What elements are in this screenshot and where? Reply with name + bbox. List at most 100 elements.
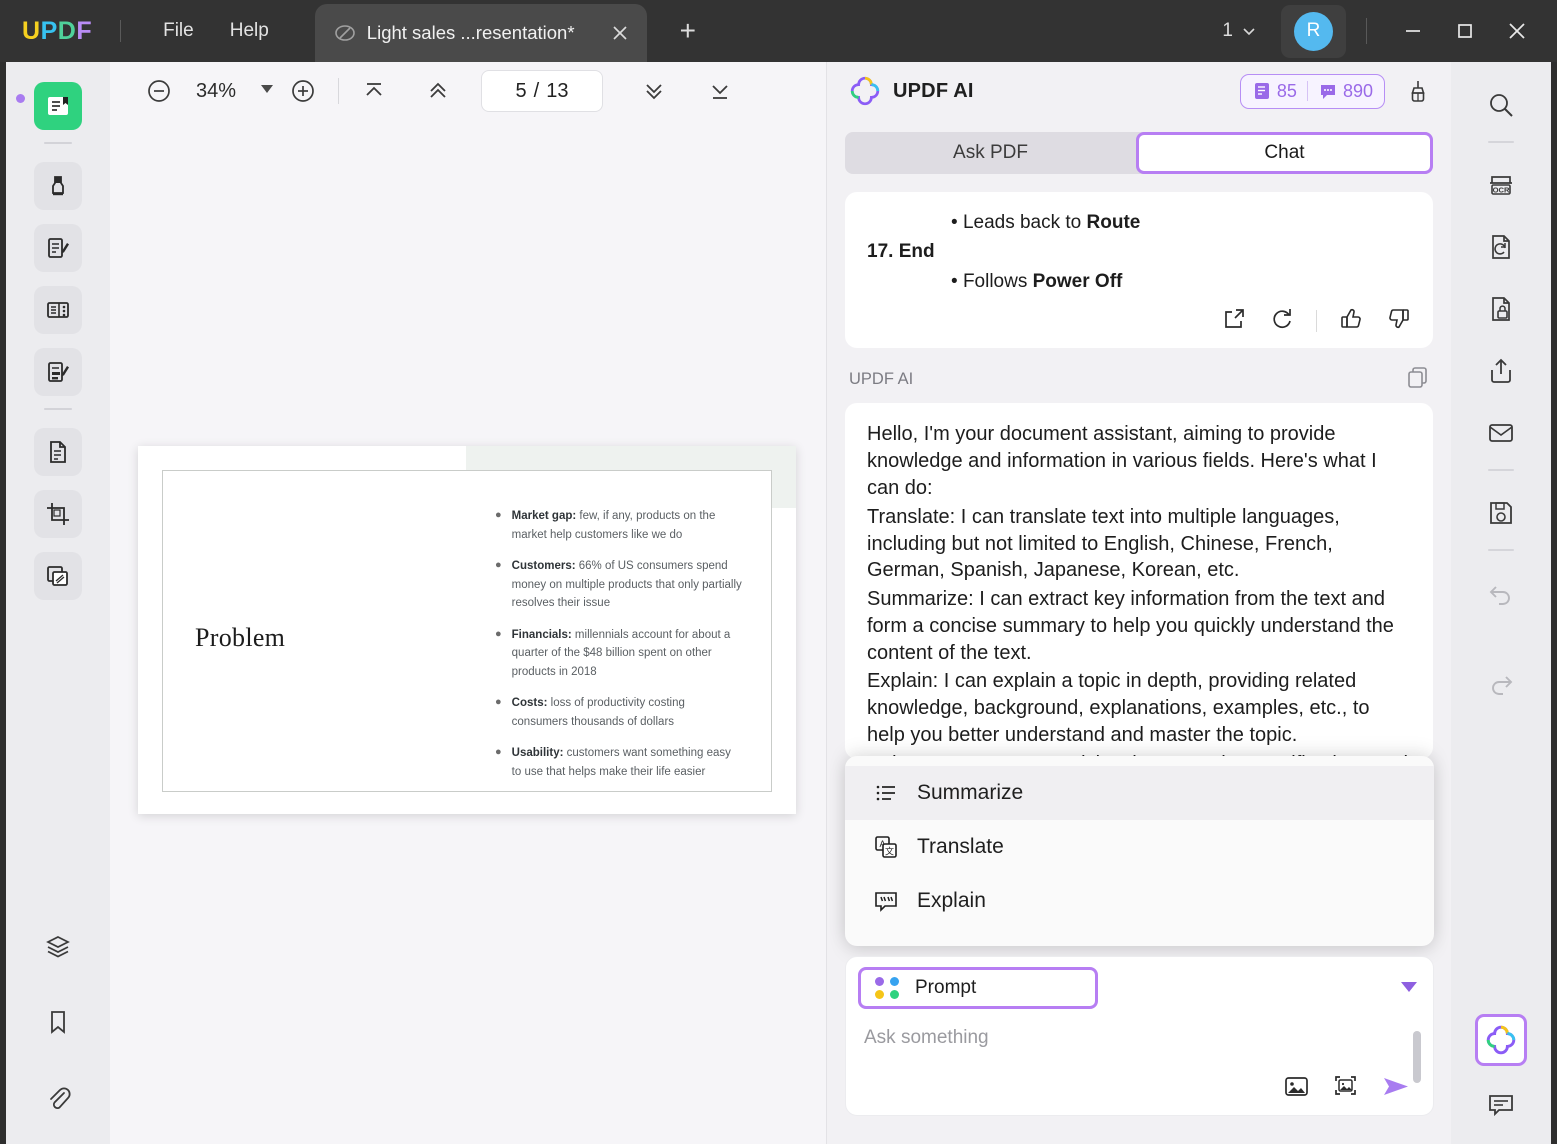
total-pages-value: 13 bbox=[546, 79, 569, 102]
open-external-button[interactable] bbox=[1222, 306, 1247, 336]
share-button[interactable] bbox=[1478, 348, 1524, 394]
ai-panel-title: UPDF AI bbox=[893, 79, 974, 102]
zoom-in-button[interactable] bbox=[282, 70, 324, 112]
last-page-button[interactable] bbox=[699, 70, 741, 112]
svg-text:OCR: OCR bbox=[1493, 185, 1510, 194]
zoom-dropdown-caret[interactable] bbox=[252, 85, 282, 97]
tab-ask-pdf[interactable]: Ask PDF bbox=[845, 132, 1136, 174]
search-icon bbox=[1490, 94, 1513, 117]
titlebar-right-group: 1 R bbox=[1214, 4, 1557, 58]
prompt-dropdown-caret[interactable] bbox=[1401, 981, 1417, 996]
sidebar-item-bookmark[interactable] bbox=[34, 998, 82, 1046]
broom-icon bbox=[1411, 81, 1425, 102]
sidebar-item-reader[interactable] bbox=[34, 82, 82, 130]
four-dots-icon bbox=[875, 977, 901, 999]
sidebar-item-convert[interactable] bbox=[34, 428, 82, 476]
search-button[interactable] bbox=[1478, 82, 1524, 128]
right-rail-divider-3 bbox=[1488, 549, 1514, 551]
screenshot-button[interactable] bbox=[1332, 1073, 1359, 1105]
window-close-button[interactable] bbox=[1491, 11, 1543, 51]
ai-response-card: Hello, I'm your document assistant, aimi… bbox=[845, 403, 1433, 760]
save-button[interactable] bbox=[1478, 490, 1524, 536]
email-button[interactable] bbox=[1478, 410, 1524, 456]
previous-page-button[interactable] bbox=[417, 70, 459, 112]
redo-button[interactable] bbox=[1478, 660, 1524, 706]
ai-credits-badge[interactable]: 85 890 bbox=[1239, 73, 1385, 109]
regenerate-button[interactable] bbox=[1269, 306, 1294, 336]
sidebar-item-crop[interactable] bbox=[34, 490, 82, 538]
edit-pdf-icon bbox=[48, 238, 69, 258]
ocr-button[interactable]: OCR bbox=[1478, 162, 1524, 208]
prompt-input[interactable]: Ask something bbox=[846, 1019, 1433, 1057]
message-bullet-two: • Follows Power Off bbox=[867, 267, 1411, 296]
sidebar-item-attachment[interactable] bbox=[34, 1074, 82, 1122]
prompt-type-label: Prompt bbox=[915, 977, 977, 998]
share-icon bbox=[1491, 358, 1511, 383]
save-icon bbox=[1490, 502, 1512, 524]
updf-ai-button[interactable] bbox=[1475, 1014, 1527, 1066]
window-minimize-button[interactable] bbox=[1387, 11, 1439, 51]
message-action-bar bbox=[867, 296, 1411, 336]
bullet-lead: Usability: bbox=[511, 747, 564, 759]
bullet-dot-icon: ● bbox=[495, 559, 502, 571]
insert-image-button[interactable] bbox=[1283, 1073, 1310, 1105]
form-icon bbox=[48, 362, 69, 382]
convert-icon bbox=[50, 441, 66, 463]
svg-text:文: 文 bbox=[885, 846, 894, 857]
clear-chat-button[interactable] bbox=[1401, 74, 1435, 108]
sidebar-item-edit-pdf[interactable] bbox=[34, 224, 82, 272]
unsaved-indicator-dot bbox=[16, 94, 25, 103]
sidebar-item-organize-pages[interactable] bbox=[34, 286, 82, 334]
list-item: ● Costs: loss of productivity costing co… bbox=[495, 694, 743, 731]
sidebar-item-compare[interactable] bbox=[34, 552, 82, 600]
zoom-out-button[interactable] bbox=[138, 70, 180, 112]
titlebar-right-divider bbox=[1366, 18, 1367, 44]
sidebar-item-annotate[interactable] bbox=[34, 162, 82, 210]
list-item: ● Customers: 66% of US consumers spend m… bbox=[495, 557, 743, 613]
next-page-button[interactable] bbox=[633, 70, 675, 112]
bullet-dot-icon: ● bbox=[495, 696, 502, 708]
prompt-type-row: Prompt bbox=[846, 957, 1433, 1019]
list-item: ● Financials: millennials account for ab… bbox=[495, 626, 743, 682]
convert-button[interactable] bbox=[1478, 224, 1524, 270]
undo-button[interactable] bbox=[1478, 570, 1524, 616]
first-page-button[interactable] bbox=[353, 70, 395, 112]
tab-chat[interactable]: Chat bbox=[1136, 132, 1433, 174]
dropdown-item-translate[interactable]: A 文 Translate bbox=[845, 820, 1434, 874]
sidebar-item-layers[interactable] bbox=[34, 922, 82, 970]
tab-title: Light sales ...resentation* bbox=[366, 22, 575, 43]
thumbs-up-button[interactable] bbox=[1339, 306, 1364, 336]
copy-response-button[interactable] bbox=[1405, 364, 1431, 395]
document-viewer[interactable]: Problem ● Market gap: few, if any, produ… bbox=[110, 126, 826, 1144]
menu-file[interactable]: File bbox=[145, 14, 212, 48]
ocr-icon: OCR bbox=[1490, 176, 1512, 195]
account-selector[interactable]: 1 bbox=[1214, 20, 1265, 42]
prompt-type-selector[interactable]: Prompt bbox=[858, 967, 1098, 1009]
document-tab[interactable]: Light sales ...resentation* bbox=[314, 4, 647, 62]
menu-help[interactable]: Help bbox=[212, 14, 287, 48]
pdf-page[interactable]: Problem ● Market gap: few, if any, produ… bbox=[138, 446, 796, 814]
sidebar-item-form[interactable] bbox=[34, 348, 82, 396]
bullet-two-bold: Power Off bbox=[1032, 270, 1123, 292]
zoom-level-value[interactable]: 34% bbox=[180, 80, 252, 103]
pages-credit-value: 85 bbox=[1276, 80, 1297, 101]
thumbs-down-icon bbox=[1389, 309, 1409, 329]
page-number-input[interactable]: 5 / 13 bbox=[481, 70, 603, 112]
previous-page-icon bbox=[430, 82, 446, 98]
layers-icon bbox=[46, 936, 70, 958]
comment-button[interactable] bbox=[1478, 1082, 1524, 1128]
dropdown-item-summarize[interactable]: Summarize bbox=[845, 766, 1434, 820]
bullet-dot-icon: ● bbox=[495, 627, 502, 640]
attachment-icon bbox=[50, 1087, 71, 1109]
window-maximize-button[interactable] bbox=[1439, 11, 1491, 51]
dropdown-item-explain[interactable]: Explain bbox=[845, 874, 1434, 928]
bullet-one-bold: Route bbox=[1086, 212, 1141, 233]
protect-button[interactable] bbox=[1478, 286, 1524, 332]
send-button[interactable] bbox=[1381, 1073, 1411, 1105]
convert-file-icon bbox=[1492, 235, 1510, 259]
avatar-container[interactable]: R bbox=[1281, 4, 1346, 58]
prompt-scrollbar[interactable] bbox=[1413, 1031, 1421, 1083]
new-tab-button[interactable]: + bbox=[671, 15, 705, 47]
tab-close-icon[interactable] bbox=[607, 20, 633, 46]
thumbs-down-button[interactable] bbox=[1386, 306, 1411, 336]
